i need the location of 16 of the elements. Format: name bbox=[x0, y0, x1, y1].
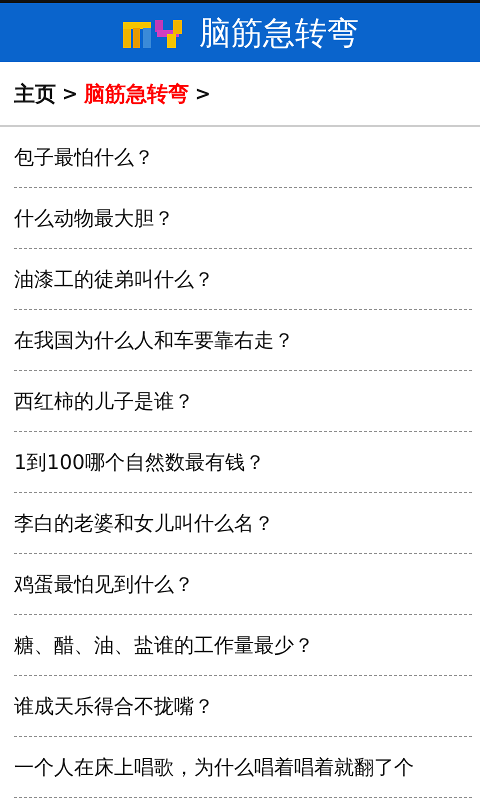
app-title: 脑筋急转弯 bbox=[199, 12, 359, 52]
breadcrumb-current: 脑筋急转弯 bbox=[84, 80, 189, 108]
question-link[interactable]: 包子最怕什么？ bbox=[14, 144, 154, 170]
question-link[interactable]: 谁成天乐得合不拢嘴？ bbox=[14, 692, 214, 720]
question-link[interactable]: 油漆工的徒弟叫什么？ bbox=[14, 266, 214, 292]
question-link[interactable]: 什么动物最大胆？ bbox=[14, 204, 174, 232]
question-link[interactable]: 一个人在床上唱歌，为什么唱着唱着就翻了个 bbox=[14, 754, 414, 780]
breadcrumb-separator: > bbox=[62, 82, 78, 104]
question-link[interactable]: 李白的老婆和女儿叫什么名？ bbox=[14, 510, 274, 536]
breadcrumb-link[interactable]: 主页 bbox=[14, 80, 56, 108]
breadcrumb-separator: > bbox=[194, 82, 211, 104]
question-link[interactable]: 西红柿的儿子是谁？ bbox=[14, 388, 194, 414]
question-link[interactable]: 糖、醋、油、盐谁的工作量最少？ bbox=[14, 632, 314, 658]
question-link[interactable]: 1到100哪个自然数最有钱？ bbox=[14, 448, 265, 476]
question-link[interactable]: 在我国为什么人和车要靠右走？ bbox=[14, 326, 294, 354]
question-link[interactable]: 鸡蛋最怕见到什么？ bbox=[14, 570, 194, 598]
